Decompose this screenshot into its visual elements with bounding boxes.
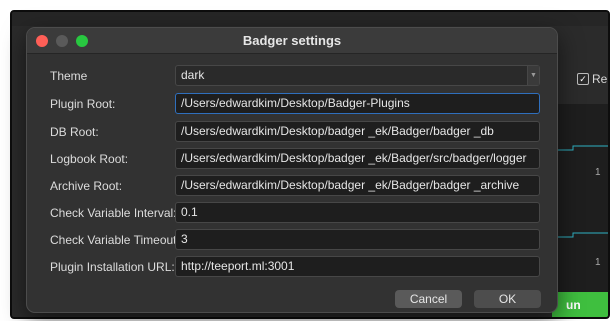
check-interval-label: Check Variable Interval: — [50, 206, 177, 220]
dialog-title: Badger settings — [242, 33, 342, 48]
plugin-root-input[interactable]: /Users/edwardkim/Desktop/Badger-Plugins — [175, 93, 540, 114]
cancel-button[interactable]: Cancel — [395, 290, 462, 308]
archive-root-label: Archive Root: — [50, 179, 123, 193]
db-root-row: DB Root: /Users/edwardkim/Desktop/badger… — [27, 121, 557, 143]
check-interval-input[interactable]: 0.1 — [175, 202, 540, 223]
plot-tick-label: 1 — [595, 167, 601, 178]
plot-tick-label: 1 — [595, 257, 601, 268]
theme-select[interactable]: dark ▼ — [175, 65, 540, 86]
db-root-input[interactable]: /Users/edwardkim/Desktop/badger _ek/Badg… — [175, 121, 540, 142]
plugin-root-row: Plugin Root: /Users/edwardkim/Desktop/Ba… — [27, 93, 557, 115]
relative-checkbox[interactable]: ✓ Relative — [577, 72, 610, 86]
check-interval-row: Check Variable Interval: 0.1 — [27, 202, 557, 224]
plugin-url-label: Plugin Installation URL: — [50, 260, 175, 274]
archive-root-input[interactable]: /Users/edwardkim/Desktop/badger _ek/Badg… — [175, 175, 540, 196]
theme-label: Theme — [50, 69, 88, 83]
settings-dialog: Badger settings Theme dark ▼ Plugin Root… — [26, 27, 558, 313]
check-timeout-label: Check Variable Timeout: — [50, 233, 180, 247]
check-timeout-input[interactable]: 3 — [175, 229, 540, 250]
chevron-down-icon[interactable]: ▼ — [527, 66, 539, 85]
theme-select-value: dark — [181, 68, 205, 82]
logbook-root-label: Logbook Root: — [50, 152, 129, 166]
plot-trace-lines — [555, 145, 608, 238]
db-root-label: DB Root: — [50, 125, 99, 139]
dialog-titlebar: Badger settings — [27, 28, 557, 54]
plugin-url-row: Plugin Installation URL: http://teeport.… — [27, 256, 557, 278]
background-toolbar — [12, 12, 608, 26]
background-plot-panel: 1 1 — [554, 104, 608, 294]
checkbox-checked-icon: ✓ — [577, 73, 589, 85]
check-timeout-row: Check Variable Timeout: 3 — [27, 229, 557, 251]
ok-button[interactable]: OK — [474, 290, 541, 308]
plugin-url-input[interactable]: http://teeport.ml:3001 — [175, 256, 540, 277]
archive-root-row: Archive Root: /Users/edwardkim/Desktop/b… — [27, 175, 557, 197]
theme-row: Theme dark ▼ — [27, 65, 557, 87]
logbook-root-input[interactable]: /Users/edwardkim/Desktop/badger _ek/Badg… — [175, 148, 540, 169]
relative-label: Relative — [592, 72, 610, 86]
plugin-root-label: Plugin Root: — [50, 97, 116, 111]
run-button[interactable]: un — [552, 292, 608, 317]
logbook-root-row: Logbook Root: /Users/edwardkim/Desktop/b… — [27, 148, 557, 170]
